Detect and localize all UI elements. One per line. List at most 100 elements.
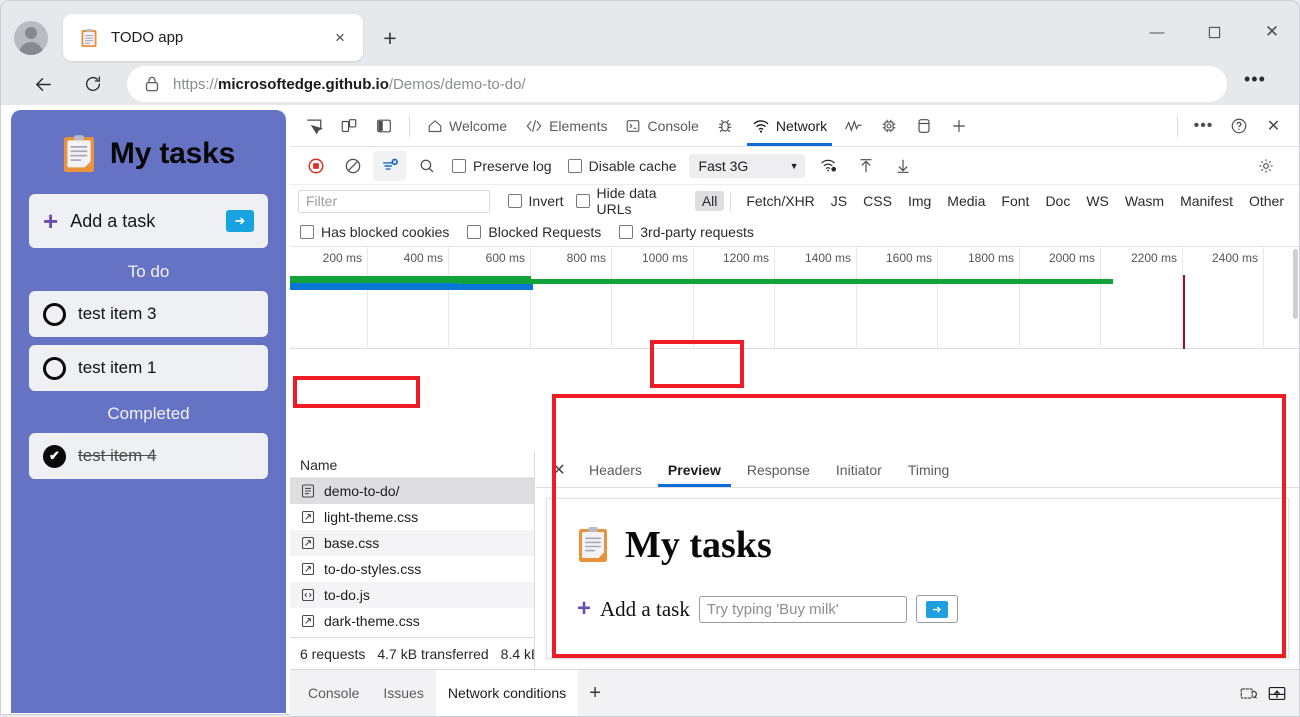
drawer-tab-issues[interactable]: Issues	[371, 670, 435, 716]
devtools-tabbar-right: ••• ✕	[1169, 111, 1299, 141]
tab-initiator[interactable]: Initiator	[823, 452, 895, 487]
window-close-button[interactable]: ✕	[1249, 15, 1295, 49]
has-blocked-cookies-checkbox[interactable]: Has blocked cookies	[300, 224, 449, 240]
export-har-icon[interactable]	[887, 151, 920, 181]
checkbox-box	[467, 224, 482, 239]
column-header-name[interactable]: Name	[290, 452, 534, 478]
chevron-down-icon: ▼	[789, 160, 799, 171]
more-tools-icon[interactable]: •••	[1187, 111, 1220, 141]
add-panel-icon[interactable]	[942, 111, 975, 141]
memory-chip-icon[interactable]	[872, 111, 905, 141]
transferred-size: 4.7 kB transferred	[377, 645, 489, 662]
task-item[interactable]: test item 1	[29, 345, 268, 391]
filter-type-doc[interactable]: Doc	[1038, 191, 1077, 211]
checkbox-checked-icon[interactable]: ✔	[43, 444, 66, 468]
new-tab-button[interactable]: +	[375, 23, 405, 53]
task-item[interactable]: test item 3	[29, 291, 268, 337]
close-icon[interactable]: ×	[327, 25, 353, 51]
filter-type-ws[interactable]: WS	[1079, 191, 1116, 211]
filter-bar-secondary: Has blocked cookies Blocked Requests 3rd…	[290, 217, 1299, 247]
network-overview-timeline[interactable]: 200 ms 400 ms 600 ms 800 ms 1000 ms 1200…	[290, 247, 1299, 349]
filter-type-other[interactable]: Other	[1242, 191, 1291, 211]
tick-label: 200 ms	[322, 251, 362, 265]
window-minimize-button[interactable]: —	[1134, 15, 1180, 49]
lock-icon	[143, 75, 161, 93]
close-detail-icon[interactable]: ✕	[542, 453, 576, 487]
arrow-right-icon: ➜	[925, 600, 948, 618]
request-summary-bar: 6 requests 4.7 kB transferred 8.4 kB	[290, 637, 534, 669]
clear-icon[interactable]	[336, 151, 369, 181]
drawer-add-tab-button[interactable]: +	[578, 676, 612, 710]
preserve-log-checkbox[interactable]: Preserve log	[452, 158, 552, 174]
filter-type-wasm[interactable]: Wasm	[1118, 191, 1171, 211]
task-item[interactable]: ✔ test item 4	[29, 433, 268, 479]
tick-label: 1200 ms	[722, 251, 769, 265]
filter-type-css[interactable]: CSS	[856, 191, 899, 211]
tab-response[interactable]: Response	[734, 452, 823, 487]
search-icon[interactable]	[410, 151, 443, 181]
script-icon	[300, 587, 316, 603]
checkbox-circle-icon[interactable]	[43, 356, 66, 380]
dock-side-icon[interactable]	[367, 111, 400, 141]
close-devtools-icon[interactable]: ✕	[1257, 111, 1290, 141]
dock-bottom-icon[interactable]	[1267, 684, 1287, 703]
blocked-requests-checkbox[interactable]: Blocked Requests	[467, 224, 601, 240]
third-party-requests-checkbox[interactable]: 3rd-party requests	[619, 224, 754, 240]
disable-cache-checkbox[interactable]: Disable cache	[567, 158, 677, 174]
filter-remove-icon[interactable]	[373, 150, 406, 181]
back-arrow-icon[interactable]	[26, 67, 60, 101]
checkbox-circle-icon[interactable]	[43, 302, 66, 326]
filter-type-manifest[interactable]: Manifest	[1173, 191, 1240, 211]
filter-type-all[interactable]: All	[694, 191, 725, 211]
filter-type-font[interactable]: Font	[994, 191, 1036, 211]
table-row[interactable]: base.css	[290, 530, 534, 556]
filter-type-media[interactable]: Media	[940, 191, 992, 211]
reload-icon[interactable]	[76, 67, 110, 101]
drawer-tab-network-conditions[interactable]: Network conditions	[435, 670, 579, 716]
invert-checkbox[interactable]: Invert	[507, 193, 564, 209]
tab-console[interactable]: Console	[616, 105, 707, 146]
table-row[interactable]: dark-theme.css	[290, 608, 534, 634]
table-row[interactable]: to-do-styles.css	[290, 556, 534, 582]
filter-type-js[interactable]: JS	[824, 191, 854, 211]
tab-preview[interactable]: Preview	[655, 452, 734, 487]
table-row[interactable]: to-do.js	[290, 582, 534, 608]
tab-timing[interactable]: Timing	[895, 452, 963, 487]
application-storage-icon[interactable]	[907, 111, 940, 141]
table-row[interactable]: demo-to-do/	[290, 478, 534, 504]
browser-more-icon[interactable]: •••	[1244, 70, 1266, 88]
window-maximize-button[interactable]	[1191, 15, 1237, 49]
overview-scrollbar[interactable]	[1293, 249, 1298, 319]
filter-type-fetch-xhr[interactable]: Fetch/XHR	[739, 191, 821, 211]
device-toolbar-icon[interactable]	[332, 111, 365, 141]
preview-iframe: My tasks + Add a task Try typing 'Buy mi…	[546, 498, 1289, 659]
filter-type-img[interactable]: Img	[901, 191, 938, 211]
tab-headers[interactable]: Headers	[576, 452, 655, 487]
preview-pane: My tasks + Add a task Try typing 'Buy mi…	[536, 488, 1299, 669]
screenshot-icon[interactable]	[1239, 684, 1259, 703]
tab-welcome[interactable]: Welcome	[418, 105, 516, 146]
help-icon[interactable]	[1222, 111, 1255, 141]
bug-icon[interactable]	[709, 111, 742, 141]
document-icon	[300, 483, 316, 499]
drawer-tab-console[interactable]: Console	[296, 670, 371, 716]
throttling-dropdown[interactable]: Fast 3G ▼	[688, 153, 805, 178]
network-conditions-icon[interactable]	[813, 151, 846, 181]
record-stop-icon[interactable]	[299, 151, 332, 181]
import-har-icon[interactable]	[850, 151, 883, 181]
inspect-element-icon[interactable]	[297, 111, 330, 141]
preview-submit-button[interactable]: ➜	[915, 595, 958, 623]
tab-elements[interactable]: Elements	[516, 105, 616, 146]
profile-avatar-icon[interactable]	[14, 21, 48, 55]
add-task-row[interactable]: + Add a task ➜	[29, 194, 268, 248]
table-row[interactable]: light-theme.css	[290, 504, 534, 530]
hide-data-urls-checkbox[interactable]: Hide data URLs	[575, 185, 687, 217]
filter-input[interactable]: Filter	[298, 189, 490, 213]
browser-tab[interactable]: TODO app ×	[63, 14, 363, 61]
submit-task-button[interactable]: ➜	[226, 210, 254, 232]
address-bar[interactable]: https://microsoftedge.github.io/Demos/de…	[127, 66, 1227, 102]
tab-network[interactable]: Network	[743, 105, 836, 146]
performance-icon[interactable]	[837, 111, 870, 141]
settings-gear-icon[interactable]	[1249, 151, 1282, 181]
preview-task-input[interactable]: Try typing 'Buy milk'	[698, 595, 907, 623]
